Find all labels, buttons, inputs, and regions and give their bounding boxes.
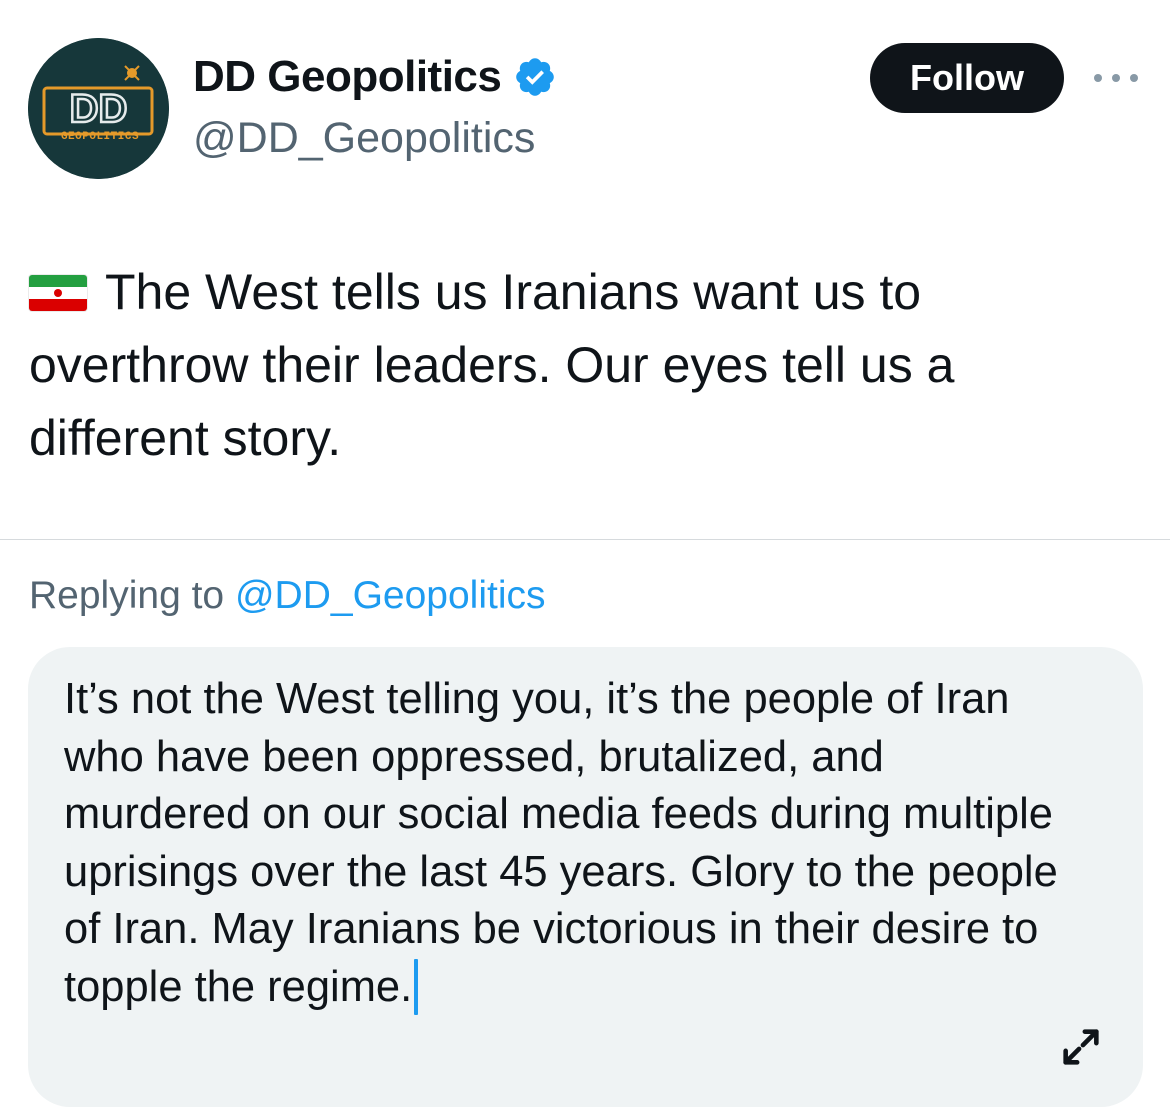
dot (1130, 74, 1138, 82)
replying-to-label: Replying to (29, 574, 225, 617)
tweet-body: The West tells us Iranians want us to ov… (29, 256, 1139, 475)
follow-button[interactable]: Follow (870, 43, 1064, 113)
divider (0, 539, 1170, 540)
display-name-text: DD Geopolitics (193, 52, 502, 101)
more-horizontal-icon[interactable] (1094, 68, 1138, 88)
expand-icon[interactable] (1058, 1024, 1104, 1070)
svg-text:DD: DD (70, 87, 128, 131)
reply-textarea[interactable]: It’s not the West telling you, it’s the … (64, 671, 1064, 1016)
verified-badge-icon[interactable] (513, 55, 557, 99)
iran-flag-icon (29, 275, 87, 311)
avatar[interactable]: DD GEOPOLITICS (28, 38, 169, 179)
replying-to-handle-link[interactable]: @DD_Geopolitics (235, 574, 546, 617)
dot (1094, 74, 1102, 82)
text-cursor (414, 958, 419, 1015)
dot (1112, 74, 1120, 82)
svg-text:GEOPOLITICS: GEOPOLITICS (61, 131, 139, 143)
reply-draft-text: It’s not the West telling you, it’s the … (64, 675, 1058, 1011)
replying-to: Replying to @DD_Geopolitics (29, 574, 546, 618)
author-handle[interactable]: @DD_Geopolitics (193, 114, 535, 163)
reply-compose-box[interactable]: It’s not the West telling you, it’s the … (28, 647, 1143, 1107)
author-display-name[interactable]: DD Geopolitics (193, 52, 557, 102)
tweet-text: The West tells us Iranians want us to ov… (29, 264, 955, 466)
dd-geopolitics-logo: DD GEOPOLITICS (28, 38, 169, 179)
